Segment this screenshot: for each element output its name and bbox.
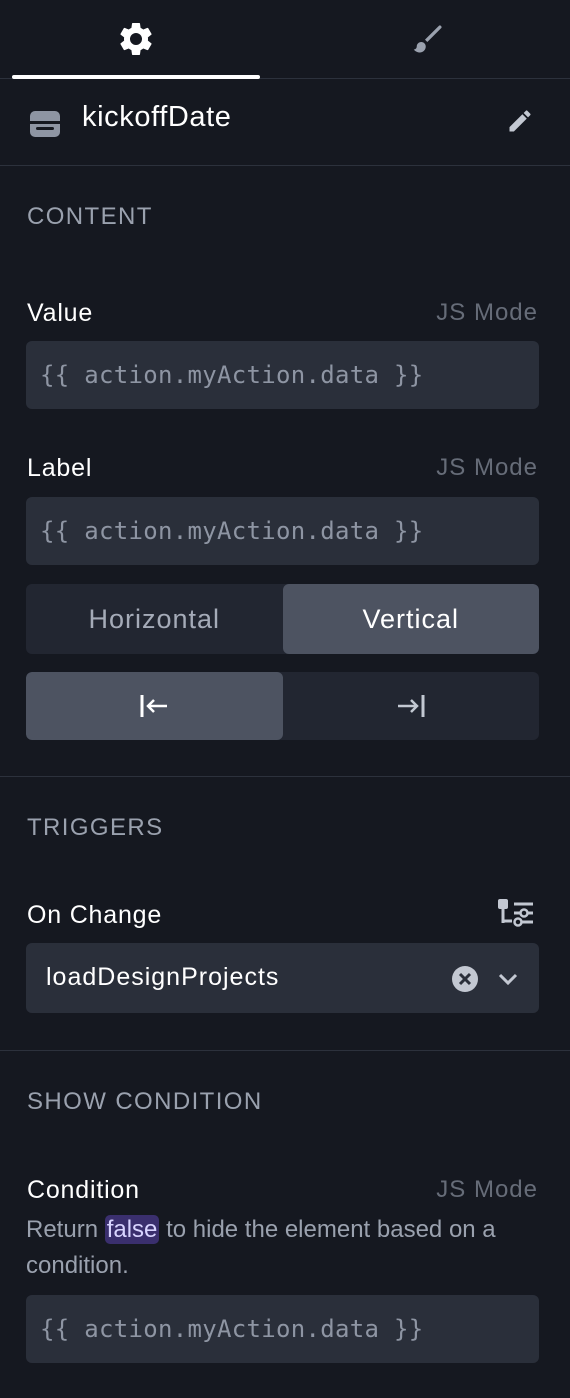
condition-keyword-false: false: [104, 1215, 160, 1244]
label-alignment-toggle: [26, 672, 539, 740]
value-label: Value: [27, 299, 94, 327]
section-title-triggers: TRIGGERS: [27, 814, 164, 841]
orientation-vertical-option[interactable]: Vertical: [282, 584, 539, 654]
value-js-mode-toggle[interactable]: JS Mode: [436, 299, 538, 327]
component-icon: [30, 111, 60, 137]
section-divider: [0, 776, 570, 777]
section-title-show-condition: SHOW CONDITION: [27, 1088, 263, 1115]
align-left-option[interactable]: [26, 672, 283, 740]
sliders-icon[interactable]: [498, 897, 534, 929]
gear-icon: [120, 22, 152, 55]
component-name: kickoffDate: [82, 101, 232, 133]
label-orientation-toggle: Horizontal Vertical: [26, 584, 539, 654]
on-change-select[interactable]: loadDesignProjects: [26, 943, 539, 1013]
brush-icon: [413, 25, 442, 53]
condition-label: Condition: [27, 1176, 140, 1204]
condition-description: Return false to hide the element based o…: [26, 1212, 546, 1284]
chevron-down-icon[interactable]: [496, 967, 520, 991]
tab-bar: [0, 0, 570, 79]
condition-js-mode-toggle[interactable]: JS Mode: [436, 1176, 538, 1204]
label-js-mode-toggle[interactable]: JS Mode: [436, 454, 538, 482]
on-change-label: On Change: [27, 901, 163, 929]
label-label: Label: [27, 454, 93, 482]
tab-style[interactable]: [304, 0, 552, 78]
align-left-icon: [140, 695, 168, 717]
tab-settings[interactable]: [12, 0, 260, 78]
align-right-option[interactable]: [283, 672, 540, 740]
condition-input[interactable]: {{ action.myAction.data }}: [26, 1295, 539, 1363]
value-input[interactable]: {{ action.myAction.data }}: [26, 341, 539, 409]
clear-icon[interactable]: [451, 965, 479, 993]
section-divider: [0, 1050, 570, 1051]
on-change-selected-value: loadDesignProjects: [46, 963, 280, 991]
label-input[interactable]: {{ action.myAction.data }}: [26, 497, 539, 565]
component-header: kickoffDate: [0, 79, 570, 166]
condition-desc-before: Return: [26, 1216, 105, 1243]
section-title-content: CONTENT: [27, 203, 153, 230]
align-right-icon: [397, 695, 425, 717]
pencil-icon[interactable]: [506, 107, 534, 135]
orientation-horizontal-option[interactable]: Horizontal: [26, 584, 283, 654]
